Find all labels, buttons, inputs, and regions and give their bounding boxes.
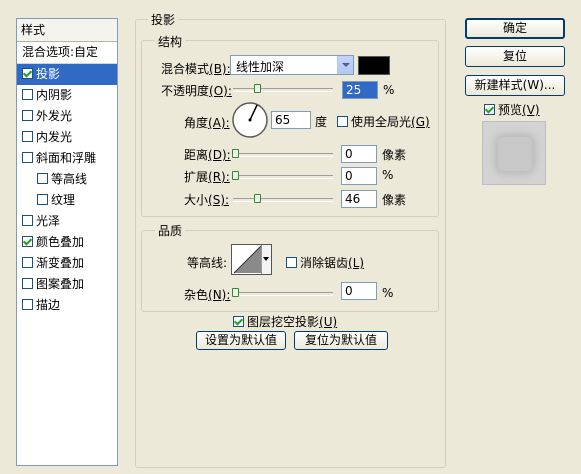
- noise-slider[interactable]: [233, 292, 333, 296]
- size-input[interactable]: 46: [341, 190, 377, 208]
- angle-label: 角度(A):: [184, 116, 230, 130]
- size-slider[interactable]: [233, 198, 333, 202]
- size-slider-thumb[interactable]: [254, 194, 261, 203]
- angle-input[interactable]: 65: [271, 111, 311, 129]
- checkbox-icon[interactable]: [37, 194, 48, 205]
- checkbox-icon[interactable]: [22, 215, 33, 226]
- checkbox-icon[interactable]: [22, 152, 33, 163]
- checkbox-icon[interactable]: [37, 173, 48, 184]
- blending-options-item[interactable]: 混合选项:自定: [17, 42, 117, 64]
- checkbox-icon[interactable]: [22, 257, 33, 268]
- checkbox-icon[interactable]: [22, 110, 33, 121]
- checkbox-icon[interactable]: [22, 236, 33, 247]
- angle-dial-icon[interactable]: [231, 101, 269, 139]
- style-item-contour[interactable]: 等高线: [17, 169, 117, 190]
- chevron-down-icon[interactable]: [261, 245, 271, 274]
- contour-picker[interactable]: [231, 244, 272, 275]
- chevron-down-icon[interactable]: [337, 56, 353, 74]
- opacity-label: 不透明度(O):: [161, 84, 232, 98]
- contour-linear-icon: [233, 245, 262, 274]
- opacity-unit: %: [383, 83, 395, 97]
- checkbox-icon[interactable]: [337, 116, 348, 127]
- shadow-color-swatch[interactable]: [358, 56, 390, 75]
- style-item-drop-shadow[interactable]: 投影: [17, 64, 117, 85]
- checkbox-icon[interactable]: [22, 89, 33, 100]
- opacity-input[interactable]: 25: [342, 81, 378, 99]
- style-item-label: 光泽: [36, 214, 61, 228]
- style-item-outer-glow[interactable]: 外发光: [17, 106, 117, 127]
- spread-unit: %: [382, 168, 394, 182]
- blend-mode-value: 线性加深: [236, 60, 285, 74]
- style-item-gradient-overlay[interactable]: 渐变叠加: [17, 253, 117, 274]
- size-label: 大小(S):: [184, 193, 230, 207]
- checkbox-icon[interactable]: [22, 278, 33, 289]
- style-item-label: 颜色叠加: [36, 235, 85, 249]
- style-item-label: 纹理: [51, 193, 76, 207]
- checkbox-icon[interactable]: [22, 68, 33, 79]
- checkbox-icon[interactable]: [286, 257, 297, 268]
- checkbox-icon[interactable]: [233, 316, 244, 327]
- styles-header: 样式: [17, 19, 117, 42]
- spread-label: 扩展(R):: [184, 170, 230, 184]
- style-item-stroke[interactable]: 描边: [17, 295, 117, 316]
- ok-button[interactable]: 确定: [465, 18, 565, 39]
- noise-unit: %: [382, 286, 394, 300]
- distance-label: 距离(D):: [184, 148, 231, 162]
- styles-list: 样式 混合选项:自定 投影 内阴影 外发光 内发光 斜面和浮雕 等高线 纹理 光…: [16, 18, 118, 466]
- spread-input[interactable]: 0: [341, 167, 377, 185]
- opacity-slider[interactable]: [233, 88, 333, 92]
- style-item-bevel-emboss[interactable]: 斜面和浮雕: [17, 148, 117, 169]
- opacity-slider-thumb[interactable]: [254, 84, 261, 93]
- style-item-label: 描边: [36, 298, 61, 312]
- checkbox-icon[interactable]: [22, 131, 33, 142]
- style-item-texture[interactable]: 纹理: [17, 190, 117, 211]
- checkbox-icon[interactable]: [22, 299, 33, 310]
- antialias-checkbox[interactable]: 消除锯齿(L): [286, 254, 364, 271]
- distance-input[interactable]: 0: [341, 145, 377, 163]
- distance-slider[interactable]: [233, 153, 333, 157]
- preview-checkbox[interactable]: 预览(V): [484, 101, 540, 118]
- noise-input[interactable]: 0: [341, 282, 377, 300]
- style-item-label: 外发光: [36, 109, 73, 123]
- style-item-label: 内阴影: [36, 88, 73, 102]
- style-item-label: 投影: [36, 67, 61, 81]
- style-item-label: 等高线: [51, 172, 88, 186]
- drop-shadow-title: 投影: [148, 11, 179, 28]
- size-unit: 像素: [382, 193, 407, 207]
- style-item-inner-shadow[interactable]: 内阴影: [17, 85, 117, 106]
- reset-button[interactable]: 复位: [465, 46, 565, 67]
- contour-label: 等高线:: [187, 256, 228, 270]
- blend-mode-label: 混合模式(B):: [161, 62, 231, 76]
- style-item-satin[interactable]: 光泽: [17, 211, 117, 232]
- style-item-label: 渐变叠加: [36, 256, 85, 270]
- distance-slider-thumb[interactable]: [232, 149, 239, 158]
- global-light-checkbox[interactable]: 使用全局光(G): [337, 113, 430, 130]
- knockout-checkbox[interactable]: 图层挖空投影(U): [233, 313, 337, 330]
- style-preview-thumbnail: [482, 121, 546, 185]
- style-item-color-overlay[interactable]: 颜色叠加: [17, 232, 117, 253]
- style-item-pattern-overlay[interactable]: 图案叠加: [17, 274, 117, 295]
- noise-slider-thumb[interactable]: [232, 288, 239, 297]
- quality-title: 品质: [155, 222, 186, 239]
- spread-slider-thumb[interactable]: [232, 171, 239, 180]
- checkbox-icon[interactable]: [484, 104, 495, 115]
- style-item-label: 图案叠加: [36, 277, 85, 291]
- style-item-inner-glow[interactable]: 内发光: [17, 127, 117, 148]
- blend-mode-select[interactable]: 线性加深: [230, 55, 354, 75]
- structure-title: 结构: [155, 33, 186, 50]
- make-default-button[interactable]: 设置为默认值: [196, 331, 286, 350]
- reset-to-default-button[interactable]: 复位为默认值: [294, 331, 388, 350]
- spread-slider[interactable]: [233, 175, 333, 179]
- noise-label: 杂色(N):: [184, 288, 231, 302]
- distance-unit: 像素: [382, 148, 407, 162]
- style-item-label: 斜面和浮雕: [36, 151, 97, 165]
- style-item-label: 内发光: [36, 130, 73, 144]
- preview-shadow-swatch: [498, 137, 532, 171]
- angle-unit: 度: [315, 115, 328, 129]
- new-style-button[interactable]: 新建样式(W)...: [465, 75, 565, 96]
